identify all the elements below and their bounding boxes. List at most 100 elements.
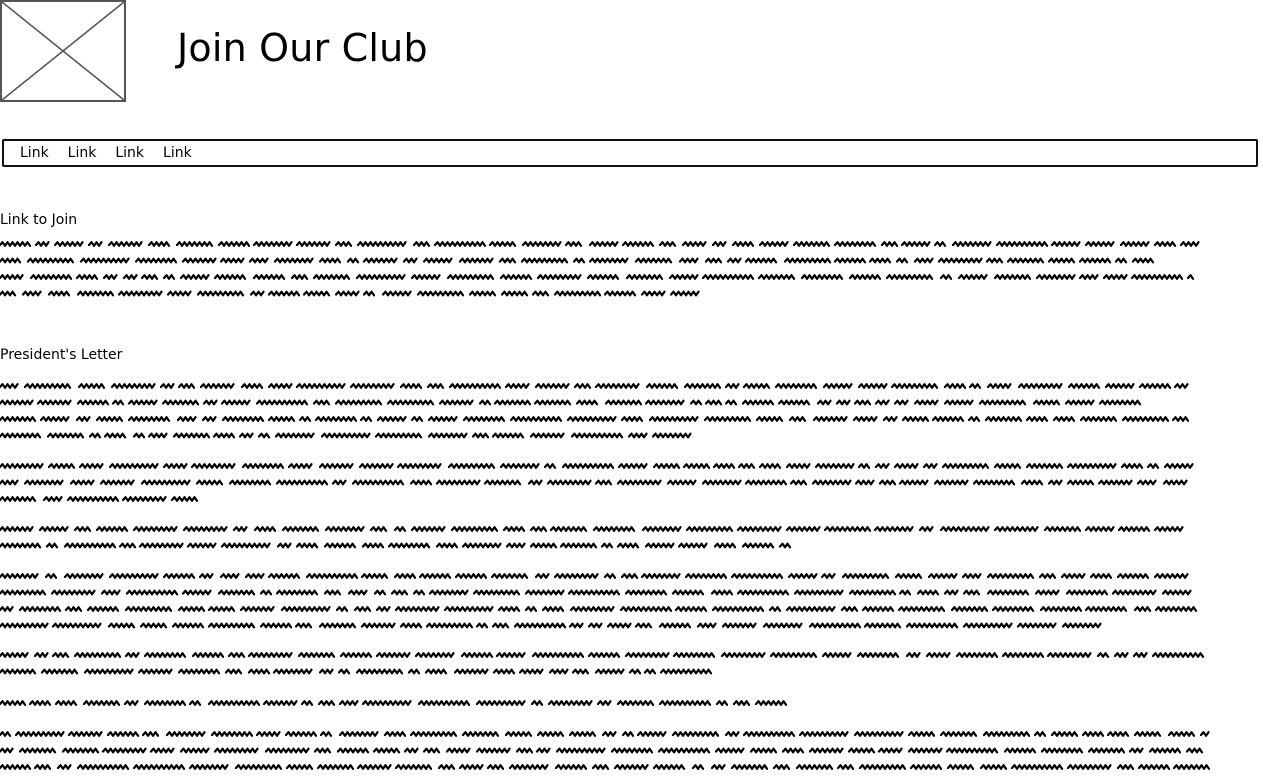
scribble-word — [991, 606, 1035, 612]
scribble-word — [73, 526, 92, 532]
scribble-word — [372, 747, 401, 754]
scribble-word — [1133, 606, 1152, 612]
scribble-word — [188, 764, 229, 770]
scribble-word — [138, 542, 184, 549]
scribble-word — [172, 432, 211, 439]
scribble-word — [407, 668, 421, 675]
scribble-word — [234, 764, 283, 770]
scribble-word — [1043, 526, 1082, 532]
scribble-word — [758, 463, 782, 469]
scribble-word — [468, 290, 497, 297]
scribble-word — [868, 257, 892, 264]
scribble-word — [334, 241, 353, 247]
scribble-word — [143, 700, 187, 706]
scribble-word — [0, 274, 24, 280]
scribble-word — [323, 542, 357, 549]
scribble-word — [568, 731, 597, 737]
scribble-word — [0, 241, 32, 247]
scribble-word — [658, 241, 677, 247]
scribble-word — [1006, 257, 1045, 264]
scribble-word — [931, 416, 965, 422]
scribble-word — [1173, 383, 1189, 389]
scribble-word — [0, 290, 17, 297]
placeholder-text-block — [0, 238, 1230, 304]
scribble-word — [450, 526, 499, 532]
scribble-word — [741, 542, 775, 549]
scribble-word — [913, 257, 934, 264]
scribble-word — [820, 573, 836, 579]
scribble-word — [302, 290, 331, 297]
nav-link-4[interactable]: Link — [163, 145, 192, 161]
scribble-word — [221, 416, 265, 422]
page-title: Join Our Club — [177, 26, 428, 70]
scribble-word — [893, 399, 909, 406]
scribble-word — [490, 573, 529, 579]
scribble-word — [159, 383, 175, 389]
scribble-word — [529, 432, 565, 439]
scribble-word — [541, 606, 565, 612]
scribble-word — [1052, 416, 1076, 422]
scribble-word — [627, 432, 648, 439]
scribble-word — [1066, 463, 1117, 469]
scribble-word — [1050, 731, 1079, 737]
scribble-word — [1114, 257, 1128, 264]
scribble-word — [781, 747, 805, 754]
scribble-word — [1116, 573, 1150, 579]
scribble-word — [1084, 606, 1128, 612]
scribble-word — [267, 383, 293, 389]
scribble-word — [76, 290, 115, 297]
scribble-word — [640, 290, 666, 297]
scribble-word — [874, 399, 890, 406]
scribble-word — [513, 622, 567, 629]
scribble-word — [227, 652, 246, 658]
scribble-word — [0, 496, 37, 502]
scribble-word — [264, 747, 310, 754]
scribble-word — [0, 416, 37, 422]
scribble-word — [684, 573, 728, 579]
scribble-word — [619, 606, 673, 612]
scribble-word — [703, 416, 752, 422]
scribble-word — [1084, 526, 1115, 532]
scribble-word — [56, 764, 72, 770]
scribble-word — [711, 606, 765, 612]
scribble-word — [75, 416, 91, 422]
scribble-word — [273, 257, 314, 264]
scribble-word — [336, 747, 370, 754]
scribble-word — [548, 668, 569, 675]
nav-link-3[interactable]: Link — [115, 145, 144, 161]
scribble-word — [979, 764, 1008, 770]
scribble-word — [177, 383, 196, 389]
scribble-word — [1120, 463, 1144, 469]
scribble-word — [624, 652, 670, 658]
scribble-word — [448, 383, 502, 389]
scribble-word — [1137, 764, 1171, 770]
scribble-word — [175, 241, 214, 247]
scribble-word — [111, 399, 125, 406]
scribble-word — [601, 731, 617, 737]
scribble-word — [616, 700, 655, 706]
scribble-word — [658, 622, 692, 629]
scribble-word — [878, 479, 897, 486]
nav-link-2[interactable]: Link — [68, 145, 97, 161]
scribble-word — [247, 652, 293, 658]
nav-link-1[interactable]: Link — [20, 145, 49, 161]
scribble-word — [63, 573, 104, 579]
scribble-word — [108, 463, 159, 469]
scribble-word — [252, 274, 286, 280]
scribble-word — [409, 731, 458, 737]
scribble-word — [1089, 573, 1113, 579]
scribble-word — [82, 700, 121, 706]
scribble-word — [18, 606, 62, 612]
scribble-word — [569, 606, 615, 612]
scribble-word — [393, 526, 407, 532]
scribble-word — [1067, 383, 1101, 389]
scribble-word — [86, 606, 120, 612]
scribble-word — [426, 383, 445, 389]
scribble-word — [387, 542, 431, 549]
scribble-word — [298, 416, 312, 422]
scribble-word — [535, 747, 551, 754]
scribble-word — [571, 668, 590, 675]
scribble-word — [634, 622, 653, 629]
scribble-word — [0, 573, 39, 579]
scribble-lines — [0, 463, 1194, 502]
